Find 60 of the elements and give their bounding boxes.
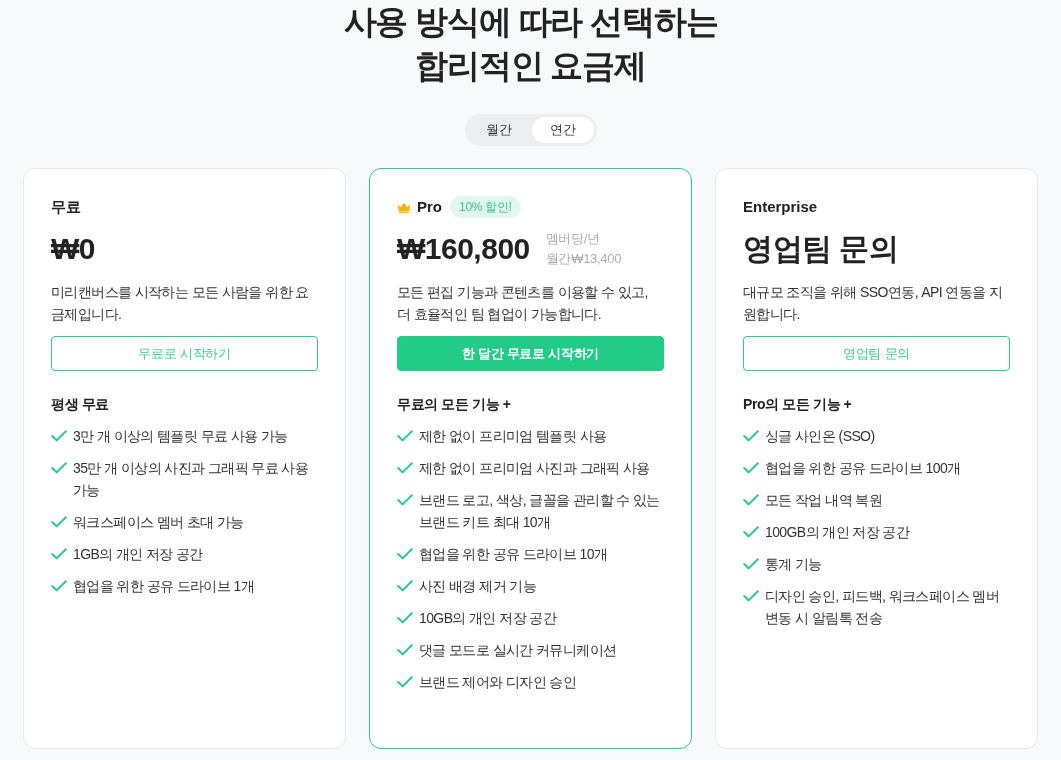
feature-text: 모든 작업 내역 복원 — [765, 491, 883, 510]
feature-text: 협업을 위한 공유 드라이브 1개 — [73, 577, 255, 596]
plan-name: Pro — [417, 197, 442, 217]
feature-text: 10GB의 개인 저장 공간 — [419, 609, 557, 628]
check-icon — [397, 462, 413, 474]
feature-text: 사진 배경 제거 기능 — [419, 577, 537, 596]
features-heading: 평생 무료 — [51, 395, 110, 414]
plan-cta-button[interactable]: 영업팀 문의 — [743, 336, 1010, 371]
feature-text: 1GB의 개인 저장 공간 — [73, 545, 203, 564]
feature-text: 싱글 사인온 (SSO) — [765, 427, 875, 446]
plan-name: Enterprise — [743, 197, 818, 217]
feature-text: 브랜드 로고, 색상, 글꼴을 관리할 수 있는 브랜드 키트 최대 10개 — [419, 491, 661, 532]
check-icon — [743, 526, 759, 538]
check-icon — [743, 494, 759, 506]
feature-text: 100GB의 개인 저장 공간 — [765, 523, 910, 542]
billing-tab[interactable]: 월간 — [467, 117, 530, 143]
check-icon — [743, 558, 759, 570]
price-unit: 멤버당/년 — [545, 230, 601, 248]
feature-text: 제한 없이 프리미엄 템플릿 사용 — [419, 427, 607, 446]
feature-text: 통계 기능 — [765, 555, 822, 574]
plan-description: 모든 편집 기능과 콘텐츠를 이용할 수 있고, 더 효율적인 팀 협업이 가능합니다. — [397, 283, 649, 324]
discount-badge: 10% 할인! — [450, 196, 521, 218]
billing-tab[interactable]: 연간 — [531, 117, 594, 143]
plan-price: ₩0 — [51, 231, 95, 267]
plan-cta-button[interactable]: 무료로 시작하기 — [51, 336, 318, 371]
check-icon — [397, 612, 413, 624]
plan-cta-button[interactable]: 한 달간 무료로 시작하기 — [397, 336, 664, 371]
plan-description: 대규모 조직을 위해 SSO연동, API 연동을 지원합니다. — [743, 283, 1004, 324]
plan-description: 미리캔버스를 시작하는 모든 사람을 위한 요금제입니다. — [51, 283, 310, 324]
check-icon — [397, 644, 413, 656]
check-icon — [51, 516, 67, 528]
check-icon — [51, 430, 67, 442]
feature-text: 3만 개 이상의 템플릿 무료 사용 가능 — [73, 427, 288, 446]
check-icon — [397, 430, 413, 442]
check-icon — [51, 462, 67, 474]
feature-text: 브랜드 제어와 디자인 승인 — [419, 673, 577, 692]
feature-text: 협업을 위한 공유 드라이브 10개 — [419, 545, 608, 564]
features-heading: Pro의 모든 기능 + — [743, 395, 853, 414]
feature-text: 협업을 위한 공유 드라이브 100개 — [765, 459, 961, 478]
feature-text: 댓글 모드로 실시간 커뮤니케이션 — [419, 641, 617, 660]
check-icon — [743, 590, 759, 602]
plan-price: ₩160,800 — [397, 231, 530, 267]
plan-name: 무료 — [51, 197, 81, 217]
feature-text: 워크스페이스 멤버 초대 가능 — [73, 513, 244, 532]
features-heading: 무료의 모든 기능 + — [397, 395, 512, 414]
check-icon — [51, 580, 67, 592]
check-icon — [743, 430, 759, 442]
check-icon — [397, 494, 413, 506]
plan-price: 영업팀 문의 — [743, 231, 899, 267]
check-icon — [397, 548, 413, 560]
page-heading: 사용 방식에 따라 선택하는 합리적인 요금제 — [343, 2, 718, 86]
check-icon — [397, 580, 413, 592]
feature-text: 디자인 승인, 피드백, 워크스페이스 멤버 변동 시 알림톡 전송 — [765, 587, 1001, 628]
check-icon — [743, 462, 759, 474]
check-icon — [51, 548, 67, 560]
feature-text: 제한 없이 프리미엄 사진과 그래픽 사용 — [419, 459, 650, 478]
feature-text: 35만 개 이상의 사진과 그래픽 무료 사용 가능 — [73, 459, 310, 500]
crown-icon — [397, 201, 411, 213]
monthly-price-note: 월간₩13,400 — [545, 250, 622, 268]
check-icon — [397, 676, 413, 688]
